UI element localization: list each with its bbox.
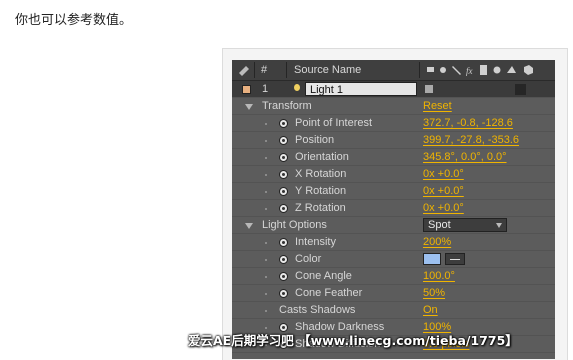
stopwatch-icon[interactable] bbox=[279, 136, 288, 145]
property-row[interactable]: Casts Shadows On bbox=[232, 302, 555, 319]
property-value[interactable]: 100.0° bbox=[423, 268, 455, 285]
hierarchy-dot bbox=[265, 123, 267, 125]
property-label: X Rotation bbox=[295, 168, 347, 180]
layer-name-field[interactable]: Light 1 bbox=[305, 82, 417, 96]
hierarchy-dot bbox=[265, 327, 267, 329]
light-bulb-icon bbox=[294, 84, 300, 91]
property-row[interactable]: Cone Feather 50% bbox=[232, 285, 555, 302]
disclosure-triangle-icon[interactable] bbox=[245, 104, 253, 110]
property-label: Intensity bbox=[295, 236, 336, 248]
stopwatch-icon[interactable] bbox=[279, 119, 288, 128]
hierarchy-dot bbox=[265, 208, 267, 210]
disclosure-triangle-icon[interactable] bbox=[245, 223, 253, 229]
light-type-dropdown[interactable]: Spot bbox=[423, 218, 507, 232]
property-row[interactable]: Z Rotation 0x +0.0° bbox=[232, 200, 555, 217]
property-label: Position bbox=[295, 134, 335, 146]
hierarchy-dot bbox=[265, 259, 267, 261]
layer-row[interactable]: 1 Light 1 bbox=[232, 81, 555, 98]
intro-text: 你也可以参考数值。 bbox=[15, 13, 133, 28]
hierarchy-dot bbox=[265, 191, 267, 193]
property-row[interactable]: Y Rotation 0x +0.0° bbox=[232, 183, 555, 200]
source-name-column-header[interactable]: Source Name bbox=[294, 60, 361, 80]
stopwatch-icon[interactable] bbox=[279, 153, 288, 162]
stopwatch-icon[interactable] bbox=[279, 170, 288, 179]
property-label: Color bbox=[295, 253, 322, 265]
number-column-header[interactable]: # bbox=[261, 60, 267, 80]
property-label: Cone Angle bbox=[295, 270, 352, 282]
stopwatch-icon[interactable] bbox=[279, 289, 288, 298]
property-value[interactable]: 50% bbox=[423, 285, 445, 302]
property-value[interactable]: On bbox=[423, 302, 438, 319]
property-label: Z Rotation bbox=[295, 202, 346, 214]
property-row[interactable]: Point of Interest 372.7, -0.8, -128.6 bbox=[232, 115, 555, 132]
switches-icons[interactable]: fx bbox=[425, 60, 551, 80]
property-label: Light Options bbox=[262, 219, 327, 231]
hierarchy-dot bbox=[265, 276, 267, 278]
property-label: Point of Interest bbox=[295, 117, 373, 129]
hierarchy-dot bbox=[265, 140, 267, 142]
hierarchy-dot bbox=[265, 293, 267, 295]
property-value[interactable]: Reset bbox=[423, 98, 452, 115]
stopwatch-icon[interactable] bbox=[279, 255, 288, 264]
property-row[interactable]: Cone Angle 100.0° bbox=[232, 268, 555, 285]
stopwatch-icon[interactable] bbox=[279, 238, 288, 247]
eyedropper-icon[interactable] bbox=[445, 253, 465, 265]
stopwatch-icon[interactable] bbox=[279, 204, 288, 213]
timeline-panel: # Source Name fx 1 Light 1 Transform Res… bbox=[232, 60, 555, 359]
property-row[interactable]: X Rotation 0x +0.0° bbox=[232, 166, 555, 183]
dropdown-arrow-icon bbox=[496, 223, 502, 228]
column-header: # Source Name fx bbox=[232, 60, 555, 81]
stopwatch-icon[interactable] bbox=[279, 187, 288, 196]
watermark-text: 爱云AE后期学习吧 【www.linecg.com/tieba/1775】 bbox=[188, 333, 518, 348]
property-row[interactable]: Orientation 345.8°, 0.0°, 0.0° bbox=[232, 149, 555, 166]
light-type-value: Spot bbox=[428, 219, 451, 231]
shy-switch-icon[interactable] bbox=[425, 85, 433, 93]
svg-text:fx: fx bbox=[466, 66, 473, 76]
light-color-swatch[interactable] bbox=[423, 253, 441, 265]
property-row[interactable]: Position 399.7, -27.8, -353.6 bbox=[232, 132, 555, 149]
hierarchy-dot bbox=[265, 174, 267, 176]
layer-label-color[interactable] bbox=[242, 85, 251, 94]
parent-swatch bbox=[515, 84, 526, 95]
hierarchy-dot bbox=[265, 242, 267, 244]
property-row[interactable]: Intensity 200% bbox=[232, 234, 555, 251]
hierarchy-dot bbox=[265, 157, 267, 159]
property-row[interactable]: Color bbox=[232, 251, 555, 268]
label-column-icon[interactable] bbox=[238, 60, 250, 80]
property-label: Casts Shadows bbox=[279, 304, 356, 316]
property-label: Transform bbox=[262, 100, 312, 112]
property-value[interactable]: 0x +0.0° bbox=[423, 200, 464, 217]
property-label: Y Rotation bbox=[295, 185, 347, 197]
property-value[interactable]: 0x +0.0° bbox=[423, 166, 464, 183]
property-value[interactable]: 0x +0.0° bbox=[423, 183, 464, 200]
property-row[interactable]: Light Options Spot bbox=[232, 217, 555, 234]
property-value[interactable]: 345.8°, 0.0°, 0.0° bbox=[423, 149, 507, 166]
property-value[interactable]: 200% bbox=[423, 234, 451, 251]
property-label: Orientation bbox=[295, 151, 349, 163]
property-value[interactable]: 372.7, -0.8, -128.6 bbox=[423, 115, 513, 132]
property-row[interactable]: Transform Reset bbox=[232, 98, 555, 115]
stopwatch-icon[interactable] bbox=[279, 272, 288, 281]
hierarchy-dot bbox=[265, 310, 267, 312]
property-value[interactable]: 399.7, -27.8, -353.6 bbox=[423, 132, 519, 149]
property-label: Cone Feather bbox=[295, 287, 363, 299]
layer-index: 1 bbox=[262, 83, 269, 95]
